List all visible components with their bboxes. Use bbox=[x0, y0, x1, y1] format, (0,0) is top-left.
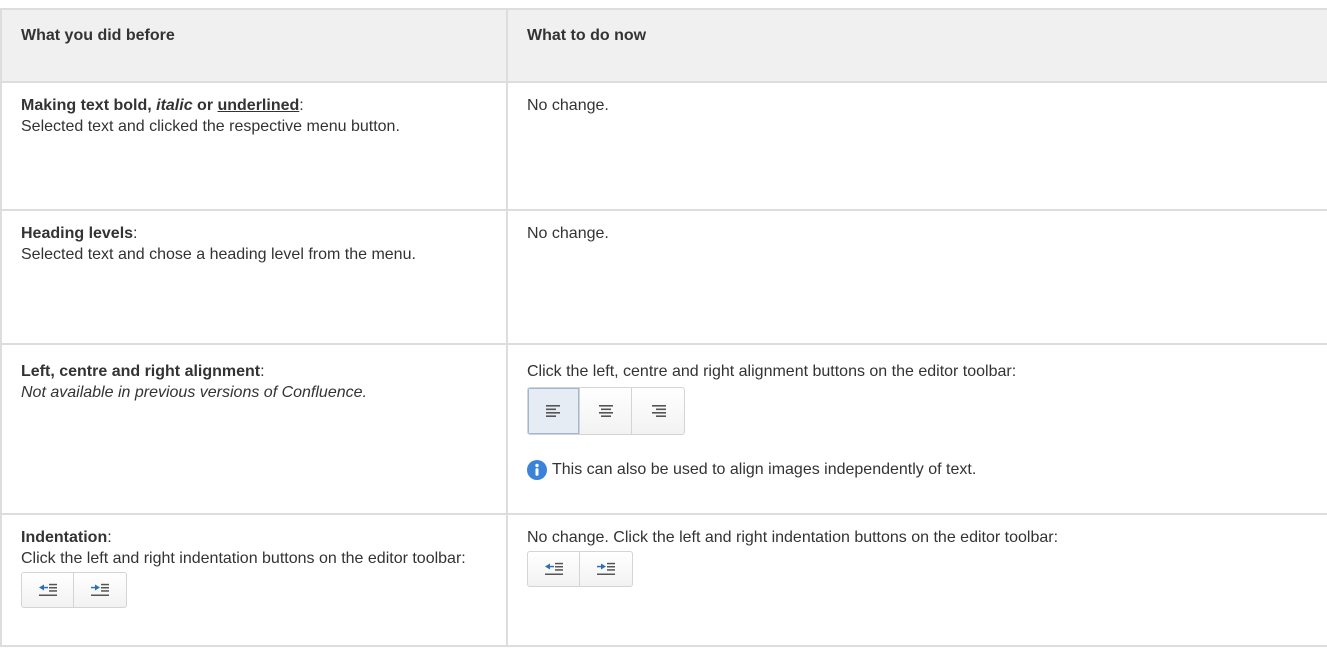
table-row: Heading levels: Selected text and chose … bbox=[0, 209, 1327, 345]
indentation-button-group bbox=[527, 551, 633, 587]
cell-now: No change. Click the left and right inde… bbox=[506, 513, 1327, 647]
alignment-button-group bbox=[527, 387, 685, 435]
align-center-button[interactable] bbox=[580, 388, 632, 434]
row-title: Making text bold, italic or underlined bbox=[21, 97, 299, 114]
table-row: Making text bold, italic or underlined: … bbox=[0, 81, 1327, 211]
outdent-button[interactable] bbox=[22, 573, 74, 607]
info-icon bbox=[527, 459, 547, 480]
outdent-icon bbox=[544, 562, 563, 575]
title-colon: : bbox=[107, 529, 112, 546]
outdent-icon bbox=[38, 583, 57, 596]
align-right-icon bbox=[652, 405, 666, 417]
cell-before: Heading levels: Selected text and chose … bbox=[0, 209, 508, 345]
info-note-text: This can also be used to align images in… bbox=[552, 461, 977, 478]
now-description: No change. Click the left and right inde… bbox=[527, 529, 1059, 546]
indent-button[interactable] bbox=[580, 552, 632, 586]
title-underline: underlined bbox=[217, 97, 300, 114]
outdent-button[interactable] bbox=[528, 552, 580, 586]
cell-now: Click the left, centre and right alignme… bbox=[506, 343, 1327, 515]
row-title: Indentation bbox=[21, 529, 108, 546]
row-description: Selected text and clicked the respective… bbox=[21, 118, 400, 135]
indent-icon bbox=[91, 583, 109, 596]
header-now: What to do now bbox=[506, 8, 1327, 83]
row-title: Heading levels bbox=[21, 225, 134, 242]
comparison-table: What you did before What to do now Makin… bbox=[0, 8, 1327, 647]
now-description: No change. bbox=[527, 225, 609, 242]
row-description: Click the left and right indentation but… bbox=[21, 550, 466, 567]
now-description: Click the left, centre and right alignme… bbox=[527, 363, 1017, 380]
now-description: No change. bbox=[527, 97, 609, 114]
indent-button[interactable] bbox=[74, 573, 126, 607]
title-italic: italic bbox=[156, 97, 193, 114]
cell-before: Left, centre and right alignment: Not av… bbox=[0, 343, 508, 515]
header-before-label: What you did before bbox=[21, 27, 175, 44]
cell-before: Indentation: Click the left and right in… bbox=[0, 513, 508, 647]
cell-before: Making text bold, italic or underlined: … bbox=[0, 81, 508, 211]
indent-icon bbox=[597, 562, 615, 575]
info-note: This can also be used to align images in… bbox=[527, 459, 1319, 480]
title-part: or bbox=[192, 97, 218, 114]
title-part: Making text bold, bbox=[21, 97, 157, 114]
cell-now: No change. bbox=[506, 81, 1327, 211]
indentation-button-group bbox=[21, 572, 127, 608]
row-description: Selected text and chose a heading level … bbox=[21, 246, 416, 263]
cell-now: No change. bbox=[506, 209, 1327, 345]
header-before: What you did before bbox=[0, 8, 508, 83]
table-row: Indentation: Click the left and right in… bbox=[0, 513, 1327, 647]
title-colon: : bbox=[260, 363, 265, 380]
title-colon: : bbox=[133, 225, 138, 242]
row-title: Left, centre and right alignment bbox=[21, 363, 261, 380]
align-left-icon bbox=[545, 405, 560, 417]
table-header-row: What you did before What to do now bbox=[0, 8, 1327, 83]
align-left-button[interactable] bbox=[528, 388, 580, 434]
align-right-button[interactable] bbox=[632, 388, 684, 434]
title-colon: : bbox=[299, 97, 304, 114]
row-description: Not available in previous versions of Co… bbox=[21, 384, 367, 401]
header-now-label: What to do now bbox=[527, 27, 647, 44]
align-center-icon bbox=[598, 405, 613, 417]
table-row: Left, centre and right alignment: Not av… bbox=[0, 343, 1327, 515]
